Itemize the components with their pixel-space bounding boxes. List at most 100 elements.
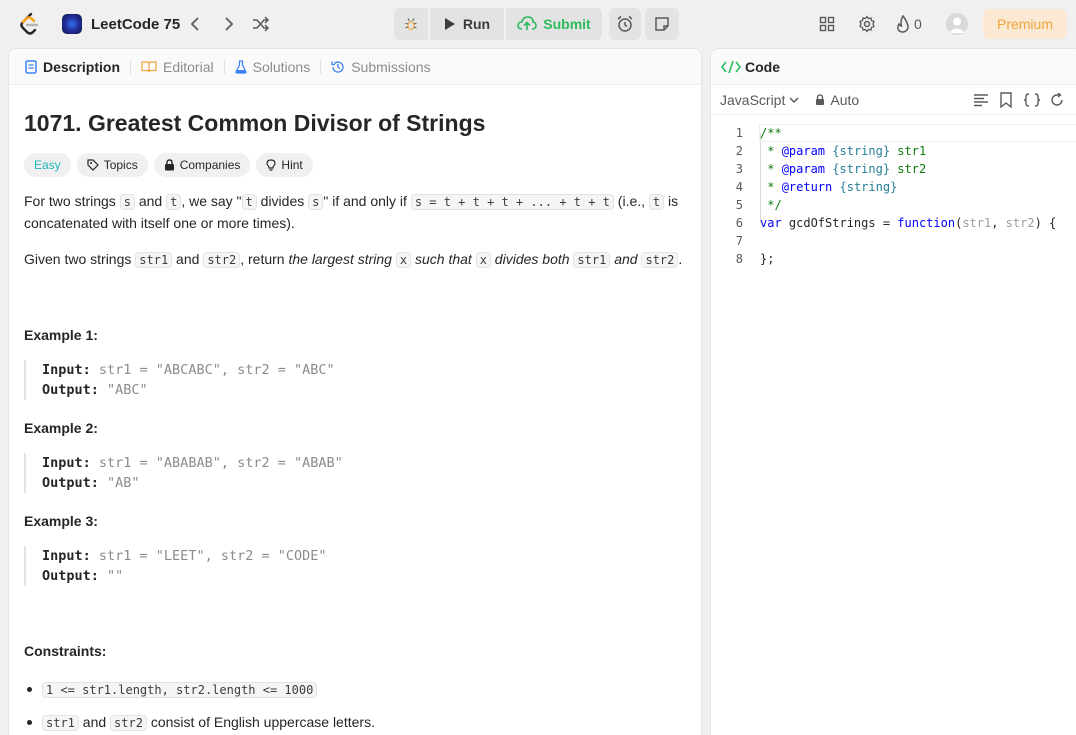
code-token: gcdOfStrings =: [781, 216, 898, 230]
line-number: 5: [735, 198, 743, 212]
inline-code: str2: [110, 715, 147, 731]
example-block: Input: str1 = "ABCABC", str2 = "ABC" Out…: [24, 360, 664, 400]
code-token: @param: [781, 162, 826, 176]
book-icon: [141, 60, 157, 72]
tab-editorial-label: Editorial: [163, 58, 214, 75]
code-tab-label[interactable]: Code: [745, 59, 780, 75]
tab-editorial[interactable]: Editorial: [137, 49, 218, 85]
prev-problem-chevron-left-icon[interactable]: [184, 13, 206, 35]
topics-chip[interactable]: Topics: [76, 153, 148, 177]
debug-bug-icon[interactable]: [394, 8, 428, 40]
line-number: 1: [735, 126, 743, 140]
submit-button[interactable]: Submit: [506, 8, 602, 40]
problem-statement-paragraph-2: Given two strings str1 and str2, return …: [24, 249, 682, 271]
output-value: "AB": [98, 475, 140, 491]
input-value: str1 = "LEET", str2 = "CODE": [90, 548, 327, 564]
layout-grid-icon[interactable]: [816, 13, 838, 35]
auto-label: Auto: [830, 91, 860, 108]
text: and: [134, 193, 167, 209]
fire-icon: [897, 15, 909, 33]
inline-code: str2: [641, 252, 679, 268]
text: concatenated with itself one or more tim…: [24, 215, 295, 231]
notes-icon[interactable]: [645, 8, 679, 40]
hint-label: Hint: [281, 158, 303, 172]
tab-divider: [223, 59, 225, 74]
bookmark-icon[interactable]: [999, 92, 1013, 108]
code-line: 8};: [711, 250, 1076, 268]
text: For two strings: [24, 193, 120, 209]
line-number: 7: [735, 234, 743, 248]
curly-braces-icon[interactable]: [1023, 93, 1041, 107]
text: and: [172, 251, 204, 267]
output-value: "ABC": [98, 382, 148, 398]
code-line: 6 var gcdOfStrings = function(str1, str2)…: [711, 214, 1076, 232]
premium-button[interactable]: Premium: [983, 9, 1067, 39]
companies-chip[interactable]: Companies: [153, 153, 251, 177]
auto-mode-toggle[interactable]: Auto: [815, 92, 859, 108]
shuffle-icon[interactable]: [250, 13, 272, 35]
output-label: Output:: [42, 382, 99, 398]
reset-icon[interactable]: [1051, 93, 1063, 107]
text: and: [610, 251, 642, 267]
code-text: /**: [760, 126, 782, 140]
code-text: };: [760, 252, 775, 266]
line-number: 3: [735, 162, 743, 176]
code-token: {string}: [832, 144, 891, 158]
description-tabs: Description Editorial Solutions Submissi…: [9, 49, 701, 85]
next-problem-chevron-right-icon[interactable]: [218, 13, 240, 35]
topics-label: Topics: [103, 158, 138, 172]
chevron-down-icon: [789, 96, 799, 103]
document-icon: [25, 59, 37, 74]
study-plan-title[interactable]: LeetCode 75: [91, 14, 180, 34]
streak-counter[interactable]: 0: [896, 13, 922, 35]
user-avatar[interactable]: [946, 13, 968, 35]
difficulty-badge: Easy: [24, 153, 71, 177]
play-icon: [444, 18, 455, 30]
inline-code: s: [119, 194, 135, 210]
code-brackets-icon: [721, 60, 741, 73]
text: divides: [256, 193, 309, 209]
problem-title: 1071. Greatest Common Divisor of Strings: [24, 110, 486, 136]
list-item: 1 <= str1.length, str2.length <= 1000: [24, 679, 375, 712]
run-submit-group: Run Submit: [394, 8, 602, 40]
inline-code: s = t + t + t + ... + t + t: [410, 194, 614, 210]
streak-count: 0: [914, 16, 922, 32]
run-button[interactable]: Run: [430, 8, 504, 40]
line-number: 4: [735, 180, 743, 194]
cloud-upload-icon: [517, 16, 538, 30]
study-plan-icon[interactable]: [62, 14, 82, 34]
format-align-icon[interactable]: [973, 93, 989, 107]
language-select[interactable]: JavaScript: [720, 92, 799, 108]
problem-statement-paragraph-1: For two strings s and t, we say " t divid…: [24, 191, 678, 234]
inline-code: str2: [203, 252, 241, 268]
tab-submissions[interactable]: Submissions: [327, 49, 434, 85]
code-line: 3 * @param {string} str2: [711, 160, 1076, 178]
text: such that: [411, 251, 476, 267]
lightbulb-icon: [266, 158, 277, 171]
example-block: Input: str1 = "LEET", str2 = "CODE" Outp…: [24, 546, 664, 586]
example-output: Output: "": [42, 566, 664, 586]
code-editor[interactable]: 1 /** 2 * @param {string} str1 3 * @param…: [711, 124, 1076, 268]
code-token: str2: [890, 162, 927, 176]
tab-solutions[interactable]: Solutions: [231, 49, 315, 85]
example-input: Input: str1 = "ABCABC", str2 = "ABC": [42, 360, 664, 380]
settings-gear-icon[interactable]: [856, 13, 878, 35]
example-heading: Example 2:: [24, 420, 98, 436]
lock-icon: [164, 159, 174, 171]
output-value: "": [98, 568, 124, 584]
code-tab-header: Code: [711, 49, 1076, 85]
hint-chip[interactable]: Hint: [256, 153, 313, 177]
tab-description[interactable]: Description: [21, 49, 124, 85]
code-line: 4 * @return {string}: [711, 178, 1076, 196]
leetcode-logo-icon[interactable]: [17, 12, 41, 36]
inline-code: s: [308, 194, 324, 210]
code-token: ) {: [1034, 216, 1057, 230]
submit-label: Submit: [543, 16, 591, 32]
editor-actions: [973, 85, 1063, 115]
constraints-list: 1 <= str1.length, str2.length <= 1000 st…: [24, 679, 375, 735]
language-label: JavaScript: [720, 91, 786, 108]
inline-code: str1: [42, 715, 79, 731]
timer-alarm-icon[interactable]: [609, 8, 641, 40]
text: (i.e.,: [613, 193, 649, 209]
